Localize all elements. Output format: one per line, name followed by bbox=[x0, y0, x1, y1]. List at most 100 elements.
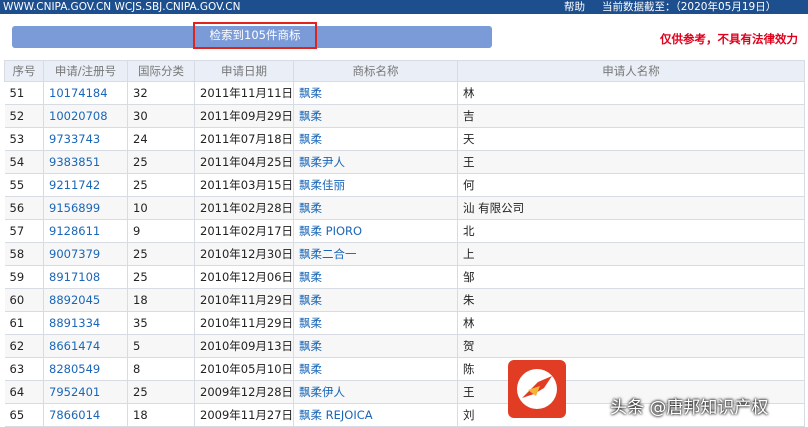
cell-class: 18 bbox=[127, 288, 195, 312]
cell-class: 35 bbox=[127, 311, 195, 335]
cell-mark-name-link[interactable]: 飘柔 bbox=[293, 196, 458, 220]
cell-reg-no-link[interactable]: 8280549 bbox=[43, 357, 128, 381]
cell-mark-name-link[interactable]: 飘柔 bbox=[293, 127, 458, 151]
spacer bbox=[0, 14, 808, 26]
cell-reg-no-link[interactable]: 9128611 bbox=[43, 219, 128, 243]
table-row: 53 9733743 24 2011年07月18日 飘柔天 bbox=[4, 127, 805, 151]
cell-serial: 65 bbox=[4, 403, 44, 427]
cell-class: 32 bbox=[127, 81, 195, 105]
table-row: 55 9211742 25 2011年03月15日 飘柔佳丽何 bbox=[4, 173, 805, 197]
cell-mark-name-link[interactable]: 飘柔 bbox=[293, 357, 458, 381]
cell-applicant: 邹 bbox=[457, 265, 805, 289]
header-class: 国际分类 bbox=[127, 60, 195, 82]
cell-reg-no-link[interactable]: 8917108 bbox=[43, 265, 128, 289]
top-bar: WWW.CNIPA.GOV.CN WCJS.SBJ.CNIPA.GOV.CN 帮… bbox=[0, 0, 808, 14]
cell-applicant: 天 bbox=[457, 127, 805, 151]
cell-reg-no-link[interactable]: 9733743 bbox=[43, 127, 128, 151]
cell-date: 2010年11月29日 bbox=[194, 311, 294, 335]
cell-applicant: 北 bbox=[457, 219, 805, 243]
cell-reg-no-link[interactable]: 7866014 bbox=[43, 403, 128, 427]
cell-date: 2011年03月15日 bbox=[194, 173, 294, 197]
cell-applicant: 林 bbox=[457, 311, 805, 335]
cell-reg-no-link[interactable]: 7952401 bbox=[43, 380, 128, 404]
table-row: 62 8661474 5 2010年09月13日 飘柔贺 bbox=[4, 334, 805, 358]
cell-serial: 64 bbox=[4, 380, 44, 404]
cell-mark-name-link[interactable]: 飘柔 bbox=[293, 265, 458, 289]
cell-mark-name-link[interactable]: 飘柔 bbox=[293, 288, 458, 312]
cell-applicant: 何 bbox=[457, 173, 805, 197]
cell-mark-name-link[interactable]: 飘柔 bbox=[293, 334, 458, 358]
cell-class: 25 bbox=[127, 265, 195, 289]
cell-class: 8 bbox=[127, 357, 195, 381]
cell-mark-name-link[interactable]: 飘柔伊人 bbox=[293, 380, 458, 404]
cell-mark-name-link[interactable]: 飘柔尹人 bbox=[293, 150, 458, 174]
cell-serial: 55 bbox=[4, 173, 44, 197]
data-as-of-label: 当前数据截至：（2020年05月19日） bbox=[602, 1, 777, 13]
cell-serial: 56 bbox=[4, 196, 44, 220]
cell-mark-name-link[interactable]: 飘柔 bbox=[293, 311, 458, 335]
cell-date: 2011年11月11日 bbox=[194, 81, 294, 105]
cell-serial: 58 bbox=[4, 242, 44, 266]
cell-mark-name-link[interactable]: 飘柔 REJOICA bbox=[293, 403, 458, 427]
cell-reg-no-link[interactable]: 9383851 bbox=[43, 150, 128, 174]
cell-applicant: 汕 有限公司 bbox=[457, 196, 805, 220]
cell-mark-name-link[interactable]: 飘柔 bbox=[293, 104, 458, 128]
watermark-logo bbox=[508, 360, 566, 418]
cell-date: 2011年09月29日 bbox=[194, 104, 294, 128]
cell-class: 10 bbox=[127, 196, 195, 220]
cell-serial: 59 bbox=[4, 265, 44, 289]
cell-class: 25 bbox=[127, 380, 195, 404]
header-mark-name: 商标名称 bbox=[293, 60, 458, 82]
cell-reg-no-link[interactable]: 9211742 bbox=[43, 173, 128, 197]
cell-class: 24 bbox=[127, 127, 195, 151]
cell-class: 25 bbox=[127, 173, 195, 197]
table-header-row: 序号 申请/注册号 国际分类 申请日期 商标名称 申请人名称 bbox=[4, 60, 805, 82]
site-urls: WWW.CNIPA.GOV.CN WCJS.SBJ.CNIPA.GOV.CN bbox=[3, 1, 241, 13]
header-applicant: 申请人名称 bbox=[457, 60, 805, 82]
cell-class: 5 bbox=[127, 334, 195, 358]
table-row: 63 8280549 8 2010年05月10日 飘柔陈 bbox=[4, 357, 805, 381]
table-row: 51 10174184 32 2011年11月11日 飘柔林 bbox=[4, 81, 805, 105]
cell-applicant: 贺 bbox=[457, 334, 805, 358]
cell-reg-no-link[interactable]: 8891334 bbox=[43, 311, 128, 335]
cell-mark-name-link[interactable]: 飘柔 bbox=[293, 81, 458, 105]
bird-logo-icon bbox=[517, 369, 557, 409]
cell-date: 2010年12月06日 bbox=[194, 265, 294, 289]
cell-applicant: 吉 bbox=[457, 104, 805, 128]
result-count-label: 检索到105件商标 bbox=[193, 22, 317, 49]
help-link[interactable]: 帮助 bbox=[564, 0, 585, 14]
cell-date: 2011年02月17日 bbox=[194, 219, 294, 243]
cell-reg-no-link[interactable]: 10020708 bbox=[43, 104, 128, 128]
header-reg-no: 申请/注册号 bbox=[43, 60, 128, 82]
cell-reg-no-link[interactable]: 10174184 bbox=[43, 81, 128, 105]
cell-class: 18 bbox=[127, 403, 195, 427]
table-row: 58 9007379 25 2010年12月30日 飘柔二合一上 bbox=[4, 242, 805, 266]
cell-reg-no-link[interactable]: 9007379 bbox=[43, 242, 128, 266]
cell-serial: 60 bbox=[4, 288, 44, 312]
cell-applicant: 林 bbox=[457, 81, 805, 105]
cell-date: 2010年11月29日 bbox=[194, 288, 294, 312]
cell-reg-no-link[interactable]: 8661474 bbox=[43, 334, 128, 358]
table-row: 56 9156899 10 2011年02月28日 飘柔汕 有限公司 bbox=[4, 196, 805, 220]
cell-date: 2011年02月28日 bbox=[194, 196, 294, 220]
trademark-results-table: 序号 申请/注册号 国际分类 申请日期 商标名称 申请人名称 51 1017418… bbox=[4, 60, 805, 427]
cell-class: 30 bbox=[127, 104, 195, 128]
cell-date: 2009年12月28日 bbox=[194, 380, 294, 404]
cell-serial: 53 bbox=[4, 127, 44, 151]
cell-mark-name-link[interactable]: 飘柔 PIORO bbox=[293, 219, 458, 243]
table-row: 60 8892045 18 2010年11月29日 飘柔朱 bbox=[4, 288, 805, 312]
cell-serial: 57 bbox=[4, 219, 44, 243]
cell-date: 2011年04月25日 bbox=[194, 150, 294, 174]
cell-mark-name-link[interactable]: 飘柔二合一 bbox=[293, 242, 458, 266]
cell-date: 2010年12月30日 bbox=[194, 242, 294, 266]
table-row: 61 8891334 35 2010年11月29日 飘柔林 bbox=[4, 311, 805, 335]
disclaimer-text: 仅供参考，不具有法律效力 bbox=[660, 32, 798, 46]
cell-serial: 61 bbox=[4, 311, 44, 335]
cell-reg-no-link[interactable]: 9156899 bbox=[43, 196, 128, 220]
cell-mark-name-link[interactable]: 飘柔佳丽 bbox=[293, 173, 458, 197]
cell-reg-no-link[interactable]: 8892045 bbox=[43, 288, 128, 312]
cell-applicant: 朱 bbox=[457, 288, 805, 312]
cell-class: 25 bbox=[127, 242, 195, 266]
cell-date: 2010年09月13日 bbox=[194, 334, 294, 358]
table-row: 57 9128611 9 2011年02月17日 飘柔 PIORO 北 bbox=[4, 219, 805, 243]
